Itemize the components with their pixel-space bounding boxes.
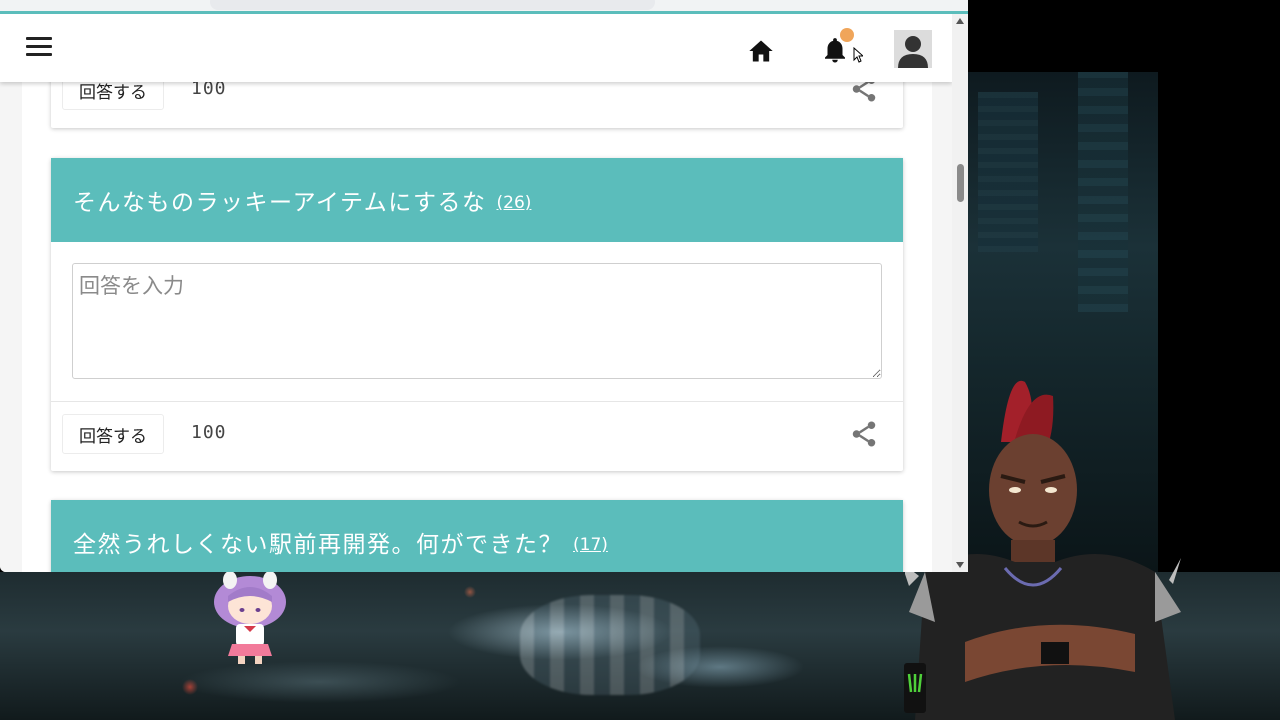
address-bar[interactable]: [210, 0, 655, 10]
notification-badge: [840, 28, 854, 42]
question-header: そんなものラッキーアイテムにするな (26): [51, 158, 903, 242]
app-bar: [0, 17, 952, 82]
answer-button[interactable]: 回答する: [62, 414, 164, 454]
answer-count-link[interactable]: (17): [573, 535, 608, 555]
question-header: 全然うれしくない駅前再開発。何ができた？ (17): [51, 500, 903, 572]
background-puddle-reflection: [520, 595, 700, 695]
question-card: 全然うれしくない駅前再開発。何ができた？ (17): [51, 500, 903, 572]
answer-input[interactable]: [72, 263, 882, 379]
card-body: [51, 242, 903, 402]
answer-count-link[interactable]: (26): [497, 193, 532, 213]
scroll-up-arrow-icon[interactable]: [956, 18, 964, 24]
home-icon[interactable]: [746, 37, 776, 65]
question-title: そんなものラッキーアイテムにするな: [73, 190, 487, 216]
user-avatar-icon[interactable]: [894, 30, 932, 68]
hamburger-menu-icon[interactable]: [26, 37, 52, 59]
share-icon[interactable]: [849, 419, 879, 449]
scrollbar-thumb[interactable]: [957, 164, 964, 202]
points-value: 100: [191, 422, 227, 443]
question-card: そんなものラッキーアイテムにするな (26) 回答する 100: [51, 158, 903, 471]
mouse-cursor-icon: [853, 47, 863, 63]
vertical-scrollbar[interactable]: [952, 14, 968, 572]
chibi-girl-avatar: [214, 572, 286, 664]
scroll-down-arrow-icon[interactable]: [956, 562, 964, 568]
web-page: 回答する 100 そんなものラッキーアイテムにするな (26) 回答する 100: [0, 17, 952, 572]
energy-drink-can-image: [904, 663, 926, 713]
card-footer: 回答する 100: [51, 402, 903, 471]
browser-window: 回答する 100 そんなものラッキーアイテムにするな (26) 回答する 100: [0, 0, 968, 572]
question-title: 全然うれしくない駅前再開発。何ができた？: [73, 532, 563, 558]
browser-toolbar: [0, 0, 968, 14]
